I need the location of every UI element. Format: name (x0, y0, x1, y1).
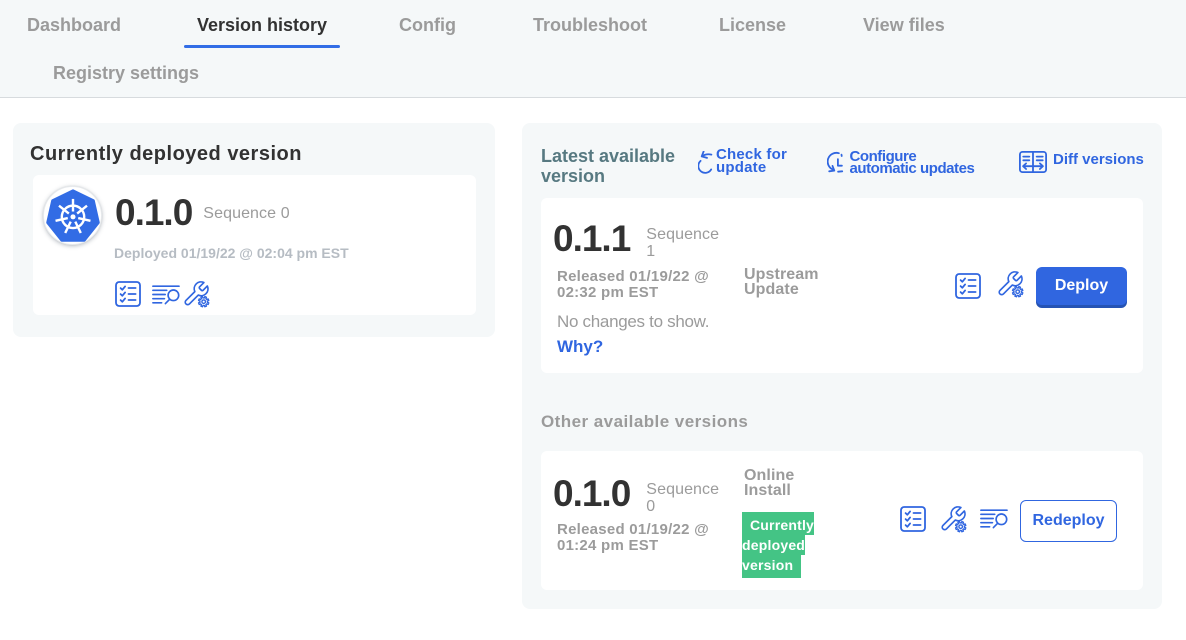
currently-deployed-panel: Currently deployed version (13, 123, 495, 337)
tab-dashboard[interactable]: Dashboard (14, 0, 134, 50)
check-for-update-label: Check for update (716, 149, 798, 176)
diff-icon (1019, 151, 1047, 176)
deploy-button[interactable]: Deploy (1036, 267, 1127, 305)
latest-version-row: 0.1.1 Sequence 1 (553, 217, 718, 260)
diff-versions-label: Diff versions (1053, 154, 1144, 167)
tab-view-files[interactable]: View files (850, 0, 958, 50)
deploy-logs-icon[interactable] (152, 285, 180, 310)
deploy-logs-icon[interactable] (980, 509, 1008, 534)
badge-line: version (742, 555, 801, 578)
latest-version-source: Upstream Update (744, 267, 839, 297)
configure-automatic-updates-label: Configure automatic updates (850, 151, 982, 176)
latest-version-card: 0.1.1 Sequence 1 Released 01/19/22 @ 02:… (541, 198, 1143, 373)
currently-deployed-title: Currently deployed version (30, 143, 302, 166)
latest-sequence-label: Sequence 1 (646, 226, 718, 260)
deployed-timestamp: Deployed 01/19/22 @ 02:04 pm EST (114, 245, 349, 261)
currently-deployed-badge: Currentlydeployedversion (742, 512, 822, 578)
preflight-checks-icon[interactable] (900, 506, 926, 537)
current-sequence-label: Sequence 0 (203, 205, 289, 222)
top-nav: Dashboard Version history Config Trouble… (0, 0, 1186, 98)
refresh-icon (698, 151, 714, 177)
why-link[interactable]: Why? (557, 337, 603, 357)
other-version-source: Online Install (744, 468, 839, 498)
edit-config-icon[interactable] (182, 280, 211, 314)
currently-deployed-badge-wrap: Currentlydeployedversion (742, 512, 822, 578)
check-for-update-link[interactable]: Check for update (698, 149, 798, 176)
tab-troubleshoot[interactable]: Troubleshoot (520, 0, 660, 50)
available-versions-panel: Latest available version Check for updat… (522, 123, 1162, 609)
deployed-version-card: 0.1.0 Sequence 0 Deployed 01/19/22 @ 02:… (33, 175, 476, 315)
diff-versions-link[interactable]: Diff versions (1019, 151, 1144, 176)
kubernetes-logo (43, 186, 102, 245)
tab-license[interactable]: License (706, 0, 799, 50)
configure-automatic-updates-link[interactable]: Configure automatic updates (827, 151, 1017, 176)
other-version-row: 0.1.0 Sequence 0 (553, 472, 718, 515)
redeploy-button[interactable]: Redeploy (1020, 500, 1117, 542)
tab-version-history[interactable]: Version history (184, 0, 340, 50)
current-version-number: 0.1.0 (115, 194, 192, 231)
preflight-checks-icon[interactable] (955, 273, 981, 304)
other-available-versions-title: Other available versions (541, 412, 748, 432)
tab-config[interactable]: Config (386, 0, 469, 50)
tab-registry-settings[interactable]: Registry settings (40, 51, 212, 95)
latest-version-number: 0.1.1 (553, 220, 630, 257)
preflight-checks-icon[interactable] (115, 281, 141, 312)
version-history-page: Dashboard Version history Config Trouble… (0, 0, 1186, 640)
latest-available-title: Latest available version (541, 146, 691, 186)
other-released-timestamp: Released 01/19/22 @ 01:24 pm EST (557, 522, 717, 554)
other-version-card: 0.1.0 Sequence 0 Released 01/19/22 @ 01:… (541, 451, 1143, 590)
other-version-number: 0.1.0 (553, 475, 630, 512)
current-version-actions (115, 279, 211, 314)
no-changes-text: No changes to show. (557, 312, 709, 332)
kubernetes-icon (45, 188, 101, 244)
edit-config-icon[interactable] (996, 270, 1025, 304)
edit-config-icon[interactable] (939, 505, 968, 539)
badge-line: Currently (742, 512, 814, 535)
schedule-update-icon (827, 147, 844, 176)
badge-line: deployed (742, 535, 805, 555)
latest-released-timestamp: Released 01/19/22 @ 02:32 pm EST (557, 269, 717, 301)
other-sequence-label: Sequence 0 (646, 481, 718, 515)
current-version-row: 0.1.0 Sequence 0 (115, 194, 290, 231)
